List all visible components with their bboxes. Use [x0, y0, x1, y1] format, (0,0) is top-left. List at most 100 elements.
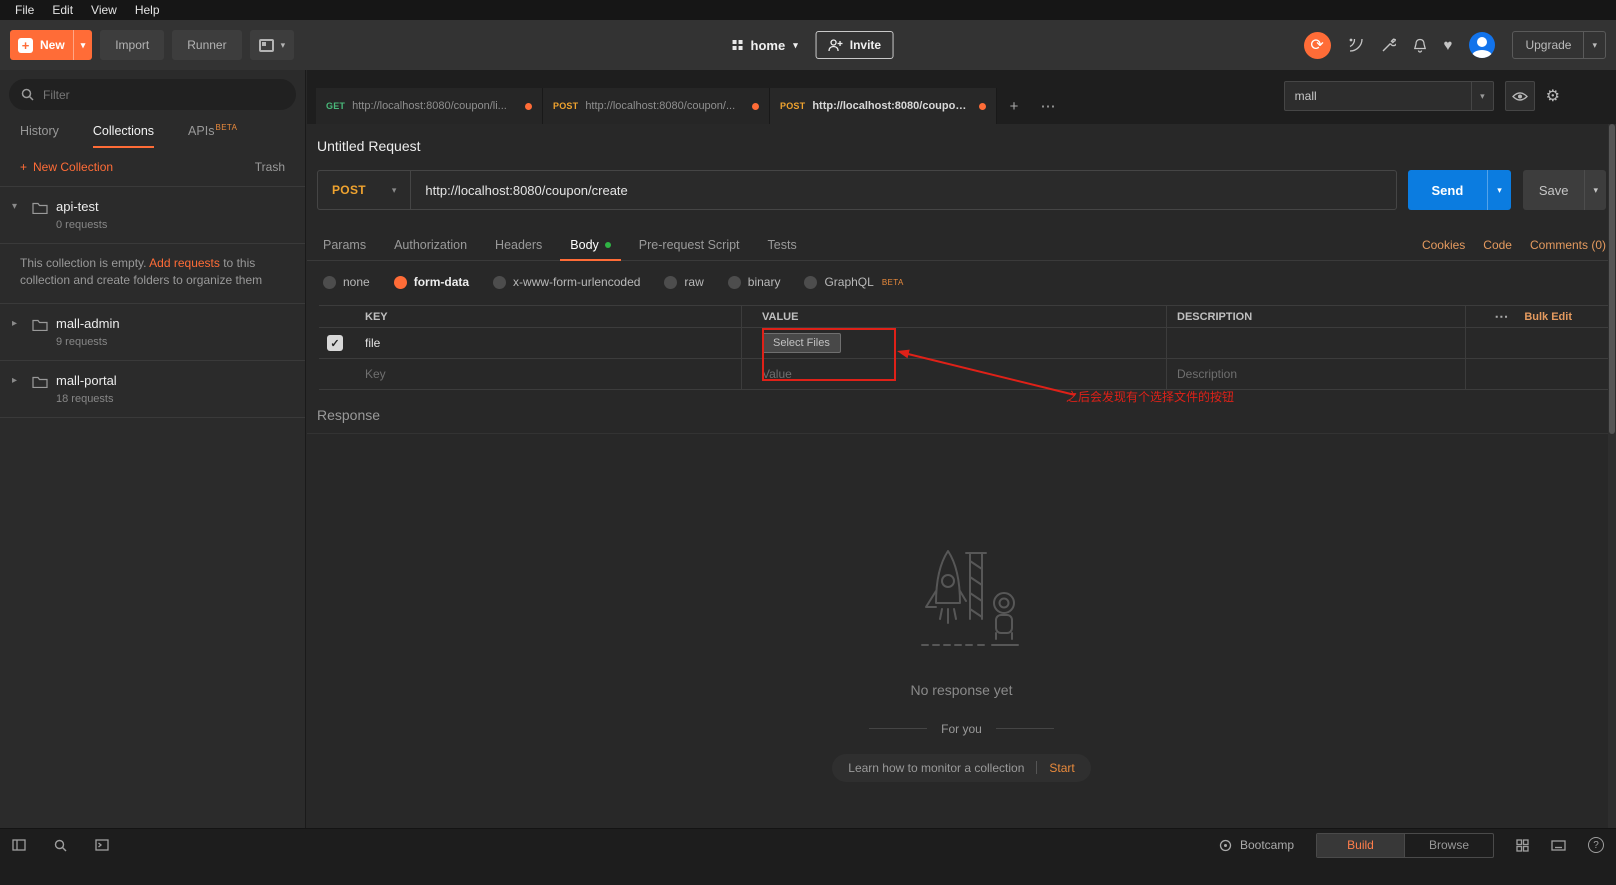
import-button[interactable]: Import [100, 30, 165, 60]
description-cell[interactable] [1167, 328, 1466, 358]
console-icon[interactable] [95, 839, 109, 851]
mode-none[interactable]: none [323, 275, 370, 289]
tab-body[interactable]: Body [556, 230, 625, 261]
new-description-input[interactable] [1177, 367, 1455, 381]
user-avatar[interactable] [1469, 32, 1496, 58]
collection-item-api-test[interactable]: ▾ api-test 0 requests [0, 187, 305, 244]
panels-icon[interactable] [1516, 838, 1529, 852]
request-tab[interactable]: POST http://localhost:8080/coupon/... [543, 88, 770, 124]
upgrade-button[interactable]: Upgrade ▾ [1512, 31, 1606, 59]
chevron-down-icon[interactable]: ▾ [1584, 170, 1606, 210]
collection-item-mall-admin[interactable]: ▸ mall-admin 9 requests [0, 304, 305, 361]
mode-raw[interactable]: raw [664, 275, 704, 289]
filter-input[interactable] [43, 87, 284, 102]
help-icon[interactable]: ? [1588, 837, 1604, 853]
chevron-down-icon[interactable]: ▾ [1583, 32, 1605, 58]
trash-button[interactable]: Trash [255, 160, 285, 174]
chevron-down-icon[interactable]: ▾ [12, 199, 24, 231]
new-value-input[interactable] [762, 367, 1146, 381]
vertical-scrollbar[interactable] [1608, 124, 1616, 828]
tab-authorization[interactable]: Authorization [380, 230, 481, 260]
method-badge: POST [553, 101, 579, 111]
tab-collections[interactable]: Collections [92, 124, 155, 148]
notifications-bell-icon[interactable] [1413, 38, 1427, 53]
sidebar-tabs: History Collections APIsBETA [0, 112, 305, 148]
chevron-down-icon[interactable]: ▾ [1487, 170, 1511, 210]
new-button[interactable]: + New ▾ [10, 30, 93, 60]
header-toolbar: + New ▾ Import Runner ▾ home ▾ Invite ⟳ [0, 20, 1616, 70]
bootcamp-button[interactable]: Bootcamp [1219, 838, 1294, 852]
search-icon[interactable] [54, 839, 67, 852]
new-collection-button[interactable]: + New Collection [20, 160, 113, 174]
menu-item-edit[interactable]: Edit [43, 3, 82, 17]
scrollbar-thumb[interactable] [1609, 124, 1615, 434]
settings-wrench-icon[interactable] [1381, 37, 1396, 53]
request-tab-active[interactable]: POST http://localhost:8080/coupon/... [770, 88, 997, 124]
tab-options-button[interactable]: ⋯ [1031, 88, 1065, 124]
status-bar: Bootcamp Build Browse ? [0, 828, 1616, 885]
comments-link[interactable]: Comments (0) [1530, 238, 1606, 252]
table-header-row: KEY VALUE DESCRIPTION ⋯ Bulk Edit [319, 305, 1616, 328]
tab-pre-request-script[interactable]: Pre-request Script [625, 230, 754, 260]
interceptor-icon[interactable] [1348, 37, 1364, 53]
add-requests-link[interactable]: Add requests [149, 256, 220, 270]
plus-icon: + [20, 160, 28, 174]
workspace-view-button[interactable]: ▾ [249, 30, 295, 60]
workspace-home-button[interactable]: home ▾ [732, 38, 798, 53]
more-options-icon[interactable]: ⋯ [1494, 308, 1508, 325]
divider [1036, 761, 1038, 774]
toggle-sidebar-icon[interactable] [12, 839, 26, 851]
request-tab-strip: GET http://localhost:8080/coupon/li... P… [307, 70, 1616, 124]
tab-headers[interactable]: Headers [481, 230, 556, 260]
key-cell[interactable]: file [365, 336, 380, 350]
workspace-switcher: home ▾ Invite [732, 20, 894, 70]
build-toggle[interactable]: Build [1317, 833, 1405, 857]
heart-icon[interactable]: ♥ [1444, 37, 1453, 54]
new-key-input[interactable] [365, 367, 735, 381]
mode-form-data[interactable]: form-data [393, 275, 469, 289]
browse-toggle[interactable]: Browse [1405, 834, 1493, 857]
environment-preview-button[interactable] [1504, 81, 1535, 111]
menu-item-file[interactable]: File [6, 3, 43, 17]
chevron-down-icon[interactable]: ▾ [1471, 82, 1493, 110]
bulk-edit-link[interactable]: Bulk Edit [1524, 311, 1572, 323]
send-button[interactable]: Send ▾ [1407, 170, 1511, 210]
chevron-right-icon[interactable]: ▸ [12, 316, 24, 348]
new-tab-button[interactable]: + [997, 88, 1031, 124]
collection-item-mall-portal[interactable]: ▸ mall-portal 18 requests [0, 361, 305, 418]
tab-url-label: http://localhost:8080/coupon/... [812, 100, 972, 112]
runner-button[interactable]: Runner [172, 30, 242, 60]
tab-history[interactable]: History [20, 124, 59, 148]
beta-badge: BETA [215, 122, 238, 132]
environment-select[interactable]: mall ▾ [1283, 81, 1494, 111]
mode-binary[interactable]: binary [727, 275, 780, 289]
mode-graphql[interactable]: GraphQL BETA [804, 275, 903, 289]
method-select[interactable]: POST ▾ [318, 171, 412, 209]
request-tab[interactable]: GET http://localhost:8080/coupon/li... [316, 88, 543, 124]
row-checkbox[interactable]: ✓ [327, 335, 343, 351]
select-files-button[interactable]: Select Files [762, 333, 841, 353]
gear-icon[interactable]: ⚙ [1546, 86, 1560, 106]
body-mode-selector: none form-data x-www-form-urlencoded raw… [317, 275, 1606, 289]
tab-apis[interactable]: APIsBETA [188, 123, 237, 148]
url-input[interactable] [411, 171, 1396, 209]
tab-params[interactable]: Params [317, 230, 380, 260]
cookies-link[interactable]: Cookies [1422, 238, 1465, 252]
menu-item-help[interactable]: Help [126, 3, 169, 17]
start-link[interactable]: Start [1049, 761, 1074, 775]
unsaved-dot-icon [979, 102, 986, 110]
tab-tests[interactable]: Tests [754, 230, 811, 260]
chevron-down-icon[interactable]: ▾ [72, 30, 93, 60]
unsaved-dot-icon [752, 102, 759, 110]
status-bar-right: Bootcamp Build Browse ? [1219, 832, 1604, 858]
invite-button[interactable]: Invite [815, 31, 894, 59]
sync-status-icon[interactable]: ⟳ [1303, 31, 1331, 59]
code-link[interactable]: Code [1483, 238, 1512, 252]
mode-x-www-form-urlencoded[interactable]: x-www-form-urlencoded [493, 275, 640, 289]
shortcuts-icon[interactable] [1551, 839, 1566, 851]
for-you-label: For you [941, 721, 982, 736]
chevron-right-icon[interactable]: ▸ [12, 373, 24, 405]
mode-none-label: none [343, 275, 370, 289]
menu-item-view[interactable]: View [82, 3, 126, 17]
save-button[interactable]: Save ▾ [1522, 170, 1606, 210]
